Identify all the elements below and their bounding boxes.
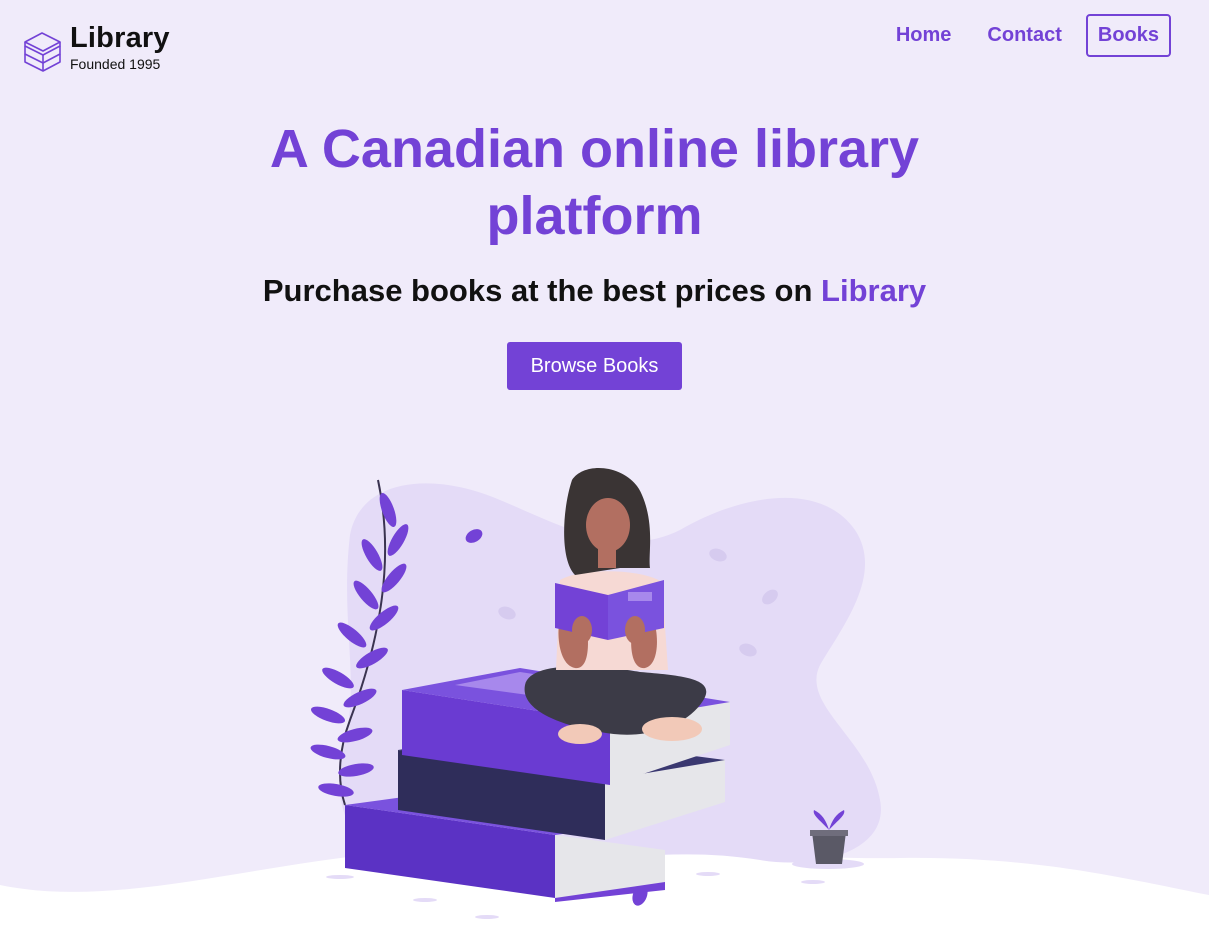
ground-mark [696, 872, 720, 876]
logo-subtitle: Founded 1995 [70, 56, 161, 72]
woman-reading-on-books-illustration [0, 468, 1209, 941]
books-stack-icon [24, 32, 61, 72]
logo-link[interactable]: Library Founded 1995 [22, 22, 170, 76]
hero-title-line-2: platform [486, 186, 703, 246]
ground-mark [801, 880, 825, 884]
nav-link-home[interactable]: Home [884, 14, 964, 57]
hero-title-line-1: A Canadian online library [269, 119, 920, 179]
ground-mark [326, 875, 354, 879]
hero-subtitle: Purchase books at the best prices on Lib… [0, 272, 1189, 310]
hero-subtitle-text: Purchase books at the best prices on [262, 273, 822, 308]
hero-title: A Canadian online library platform [0, 116, 1189, 250]
nav-link-books[interactable]: Books [1085, 14, 1171, 57]
ground-mark [413, 898, 437, 902]
hero-subtitle-accent: Library [821, 273, 927, 308]
top-navigation: Library Founded 1995 Home Contact Books [0, 0, 1209, 80]
logo-title: Library [70, 22, 170, 54]
nav-links: Home Contact Books [872, 14, 1171, 57]
nav-link-contact[interactable]: Contact [975, 14, 1073, 57]
browse-books-button[interactable]: Browse Books [507, 342, 682, 390]
ground-mark [475, 915, 499, 919]
